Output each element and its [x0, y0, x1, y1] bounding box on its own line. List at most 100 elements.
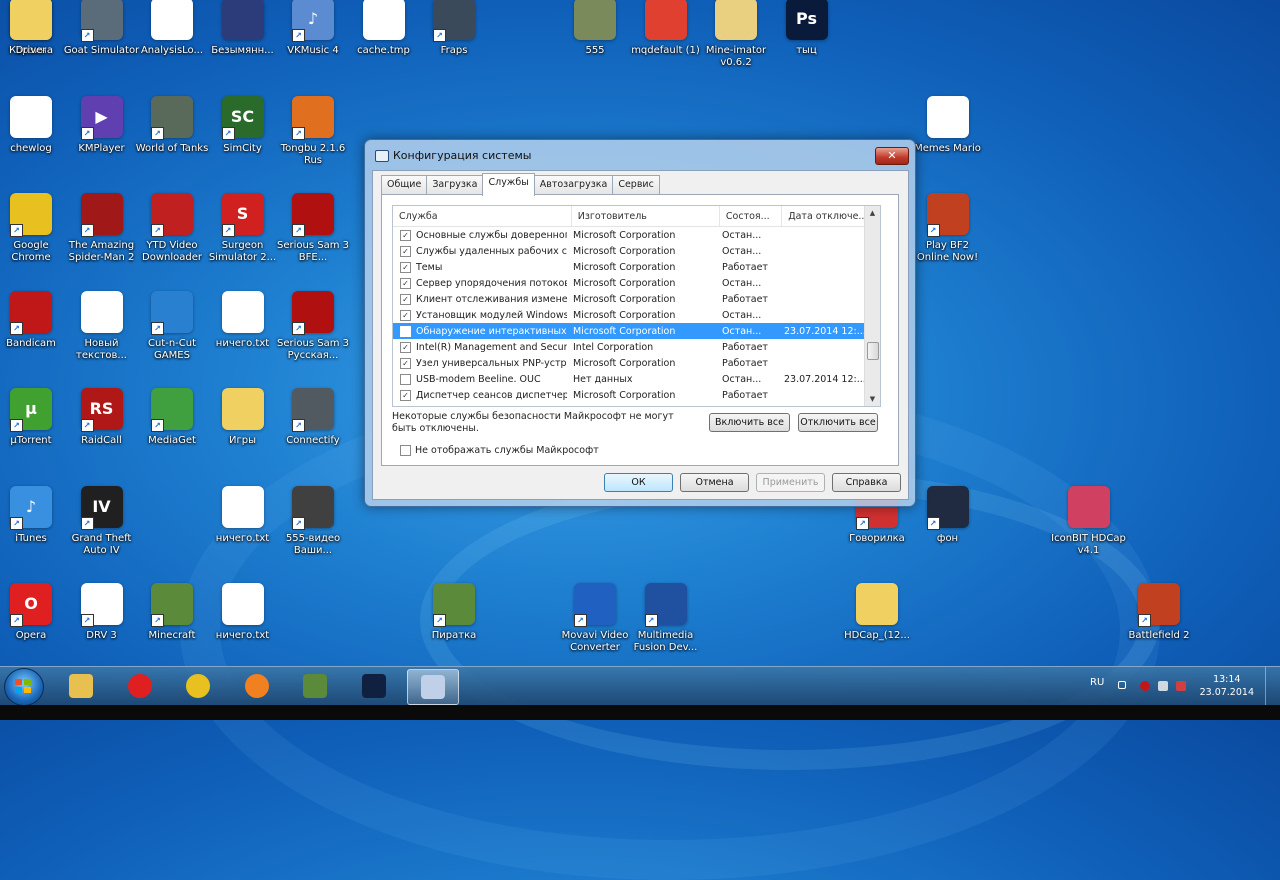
desktop-icon[interactable]: 555: [557, 0, 633, 57]
service-row[interactable]: ✓ Установщик модулей Windows Microsoft Cor…: [393, 307, 880, 323]
taskbar-chrome[interactable]: [173, 669, 223, 703]
taskbar-opera[interactable]: [115, 669, 165, 703]
desktop-icon[interactable]: ↗ Movavi Video Converter: [557, 583, 633, 654]
services-list[interactable]: Служба Изготовитель Состоя... Дата отклю…: [392, 205, 881, 407]
taskbar-msconfig[interactable]: [407, 669, 459, 705]
clock[interactable]: 13:14 23.07.2014: [1200, 673, 1254, 699]
desktop-icon[interactable]: µ ↗ µTorrent: [0, 388, 69, 447]
service-checkbox[interactable]: ✓: [400, 261, 411, 273]
service-row[interactable]: ✓ Intel(R) Management and Securi... Intel …: [393, 339, 880, 355]
desktop-icon[interactable]: IV ↗ Grand Theft Auto IV: [64, 485, 140, 557]
service-checkbox[interactable]: ✓: [400, 293, 411, 305]
service-checkbox[interactable]: [400, 325, 411, 337]
disable-all-button[interactable]: Отключить все: [798, 413, 878, 432]
desktop-icon[interactable]: Новый текстов...: [64, 290, 140, 362]
desktop-icon[interactable]: S ↗ Surgeon Simulator 2...: [205, 193, 281, 264]
desktop-icon[interactable]: ↗ Play BF2 Online Now!: [910, 193, 986, 264]
network-icon[interactable]: [1158, 681, 1168, 691]
show-desktop-button[interactable]: [1265, 667, 1280, 706]
scroll-thumb[interactable]: [867, 342, 879, 360]
scrollbar[interactable]: ▲ ▼: [864, 206, 880, 406]
apply-button[interactable]: Применить: [756, 473, 825, 492]
desktop-icon[interactable]: ↗ Fraps: [416, 0, 492, 57]
desktop-icon[interactable]: IconBIT HDCap v4.1: [1051, 485, 1127, 557]
column-vendor[interactable]: Изготовитель: [572, 206, 720, 226]
ok-button[interactable]: ОК: [604, 473, 673, 492]
service-row[interactable]: USB-modem Beeline. OUC Нет данных Остан...…: [393, 371, 880, 387]
desktop-icon[interactable]: ничего.txt: [205, 583, 281, 642]
help-button[interactable]: Справка: [832, 473, 901, 492]
taskbar-explorer[interactable]: [56, 669, 106, 703]
service-row[interactable]: ✓ Основные службы доверенного... Microsoft…: [393, 227, 880, 243]
tab-general[interactable]: Общие: [381, 175, 428, 195]
service-row[interactable]: ✓ Темы Microsoft Corporation Работает: [393, 259, 880, 275]
bandicam-tray-icon[interactable]: [1140, 681, 1150, 691]
desktop-icon[interactable]: AnalysisLo...: [134, 0, 210, 57]
desktop-icon[interactable]: ↗ The Amazing Spider-Man 2: [64, 193, 140, 264]
hide-ms-services[interactable]: Не отображать службы Майкрософт: [400, 445, 599, 456]
desktop-icon[interactable]: ↗ Bandicam: [0, 290, 69, 350]
desktop-icon[interactable]: ↗ фон: [910, 485, 986, 545]
tab-boot[interactable]: Загрузка: [426, 175, 484, 195]
service-checkbox[interactable]: ✓: [400, 277, 411, 289]
desktop-icon[interactable]: Ps тыц: [769, 0, 845, 57]
taskbar-vegas[interactable]: [349, 669, 399, 703]
service-checkbox[interactable]: ✓: [400, 357, 411, 369]
desktop-icon[interactable]: cache.tmp: [346, 0, 422, 57]
desktop-icon[interactable]: ↗ DRV 3: [64, 583, 140, 642]
service-row[interactable]: ✓ Сервер упорядочения потоков Microsoft Co…: [393, 275, 880, 291]
taskbar-minecraft[interactable]: [290, 669, 340, 703]
desktop-icon[interactable]: ↗ Battlefield 2: [1121, 583, 1197, 642]
desktop-icon[interactable]: ♪ ↗ iTunes: [0, 485, 69, 545]
service-checkbox[interactable]: ✓: [400, 309, 411, 321]
desktop-icon[interactable]: SC ↗ SimCity: [205, 95, 281, 155]
service-checkbox[interactable]: ✓: [400, 229, 411, 241]
desktop-icon[interactable]: ↗ YTD Video Downloader: [134, 193, 210, 264]
desktop-icon[interactable]: ↗ 555-видео Ваши...: [275, 485, 351, 557]
desktop-icon[interactable]: ↗ Пиратка: [416, 583, 492, 642]
desktop-icon[interactable]: ничего.txt: [205, 485, 281, 545]
tab-startup[interactable]: Автозагрузка: [533, 175, 614, 195]
service-row[interactable]: ✓ Диспетчер сеансов диспетчер... Microsoft…: [393, 387, 880, 403]
desktop-icon[interactable]: ↗ Minecraft: [134, 583, 210, 642]
scroll-down-arrow-icon[interactable]: ▼: [865, 392, 880, 406]
desktop-icon[interactable]: ↗ World of Tanks: [134, 95, 210, 155]
service-checkbox[interactable]: ✓: [400, 245, 411, 257]
desktop-icon[interactable]: ♪ ↗ VKMusic 4: [275, 0, 351, 57]
desktop-icon[interactable]: ↗ Cut-n-Cut GAMES: [134, 290, 210, 362]
desktop-icon[interactable]: ▶ ↗ KMPlayer: [64, 95, 140, 155]
desktop-icon[interactable]: O ↗ Opera: [0, 583, 69, 642]
service-row[interactable]: Обнаружение интерактивных ... Microsoft C…: [393, 323, 880, 339]
service-row[interactable]: ✓ Клиент отслеживания измене... Microsoft …: [393, 291, 880, 307]
desktop-icon[interactable]: Driver: [0, 0, 69, 57]
desktop-icon[interactable]: ↗ Multimedia Fusion Dev...: [628, 583, 704, 654]
tab-services[interactable]: Службы: [482, 173, 535, 196]
hide-ms-checkbox[interactable]: [400, 445, 411, 456]
start-button[interactable]: [4, 668, 44, 706]
desktop-icon[interactable]: HDCap_(12...: [839, 583, 915, 642]
enable-all-button[interactable]: Включить все: [709, 413, 790, 432]
desktop-icon[interactable]: Memes Mario: [910, 95, 986, 155]
tray-arrow-icon[interactable]: [1118, 681, 1126, 689]
desktop-icon[interactable]: mqdefault (1): [628, 0, 704, 57]
desktop-icon[interactable]: chewlog: [0, 95, 69, 155]
desktop-icon[interactable]: Mine-imator v0.6.2: [698, 0, 774, 69]
desktop-icon[interactable]: ↗ MediaGet: [134, 388, 210, 447]
desktop-icon[interactable]: ↗ Serious Sam 3 BFE...: [275, 193, 351, 264]
scroll-up-arrow-icon[interactable]: ▲: [865, 206, 880, 220]
desktop-icon[interactable]: RS ↗ RaidCall: [64, 388, 140, 447]
close-button[interactable]: ✕: [875, 147, 909, 165]
column-service[interactable]: Служба: [393, 206, 572, 226]
desktop-icon[interactable]: Безымянн...: [205, 0, 281, 57]
desktop-icon[interactable]: ничего.txt: [205, 290, 281, 350]
desktop-icon[interactable]: Игры: [205, 388, 281, 447]
service-row[interactable]: ✓ Узел универсальных PNP-устр... Microsoft…: [393, 355, 880, 371]
desktop-icon[interactable]: ↗ Connectify: [275, 388, 351, 447]
service-checkbox[interactable]: [400, 373, 411, 385]
taskbar-media-player[interactable]: [232, 669, 282, 703]
dialog-titlebar[interactable]: Конфигурация системы ✕: [365, 140, 915, 170]
cancel-button[interactable]: Отмена: [680, 473, 749, 492]
desktop-icon[interactable]: ↗ Tongbu 2.1.6 Rus: [275, 95, 351, 167]
desktop-icon[interactable]: ↗ Goat Simulator: [64, 0, 140, 57]
service-checkbox[interactable]: ✓: [400, 341, 411, 353]
